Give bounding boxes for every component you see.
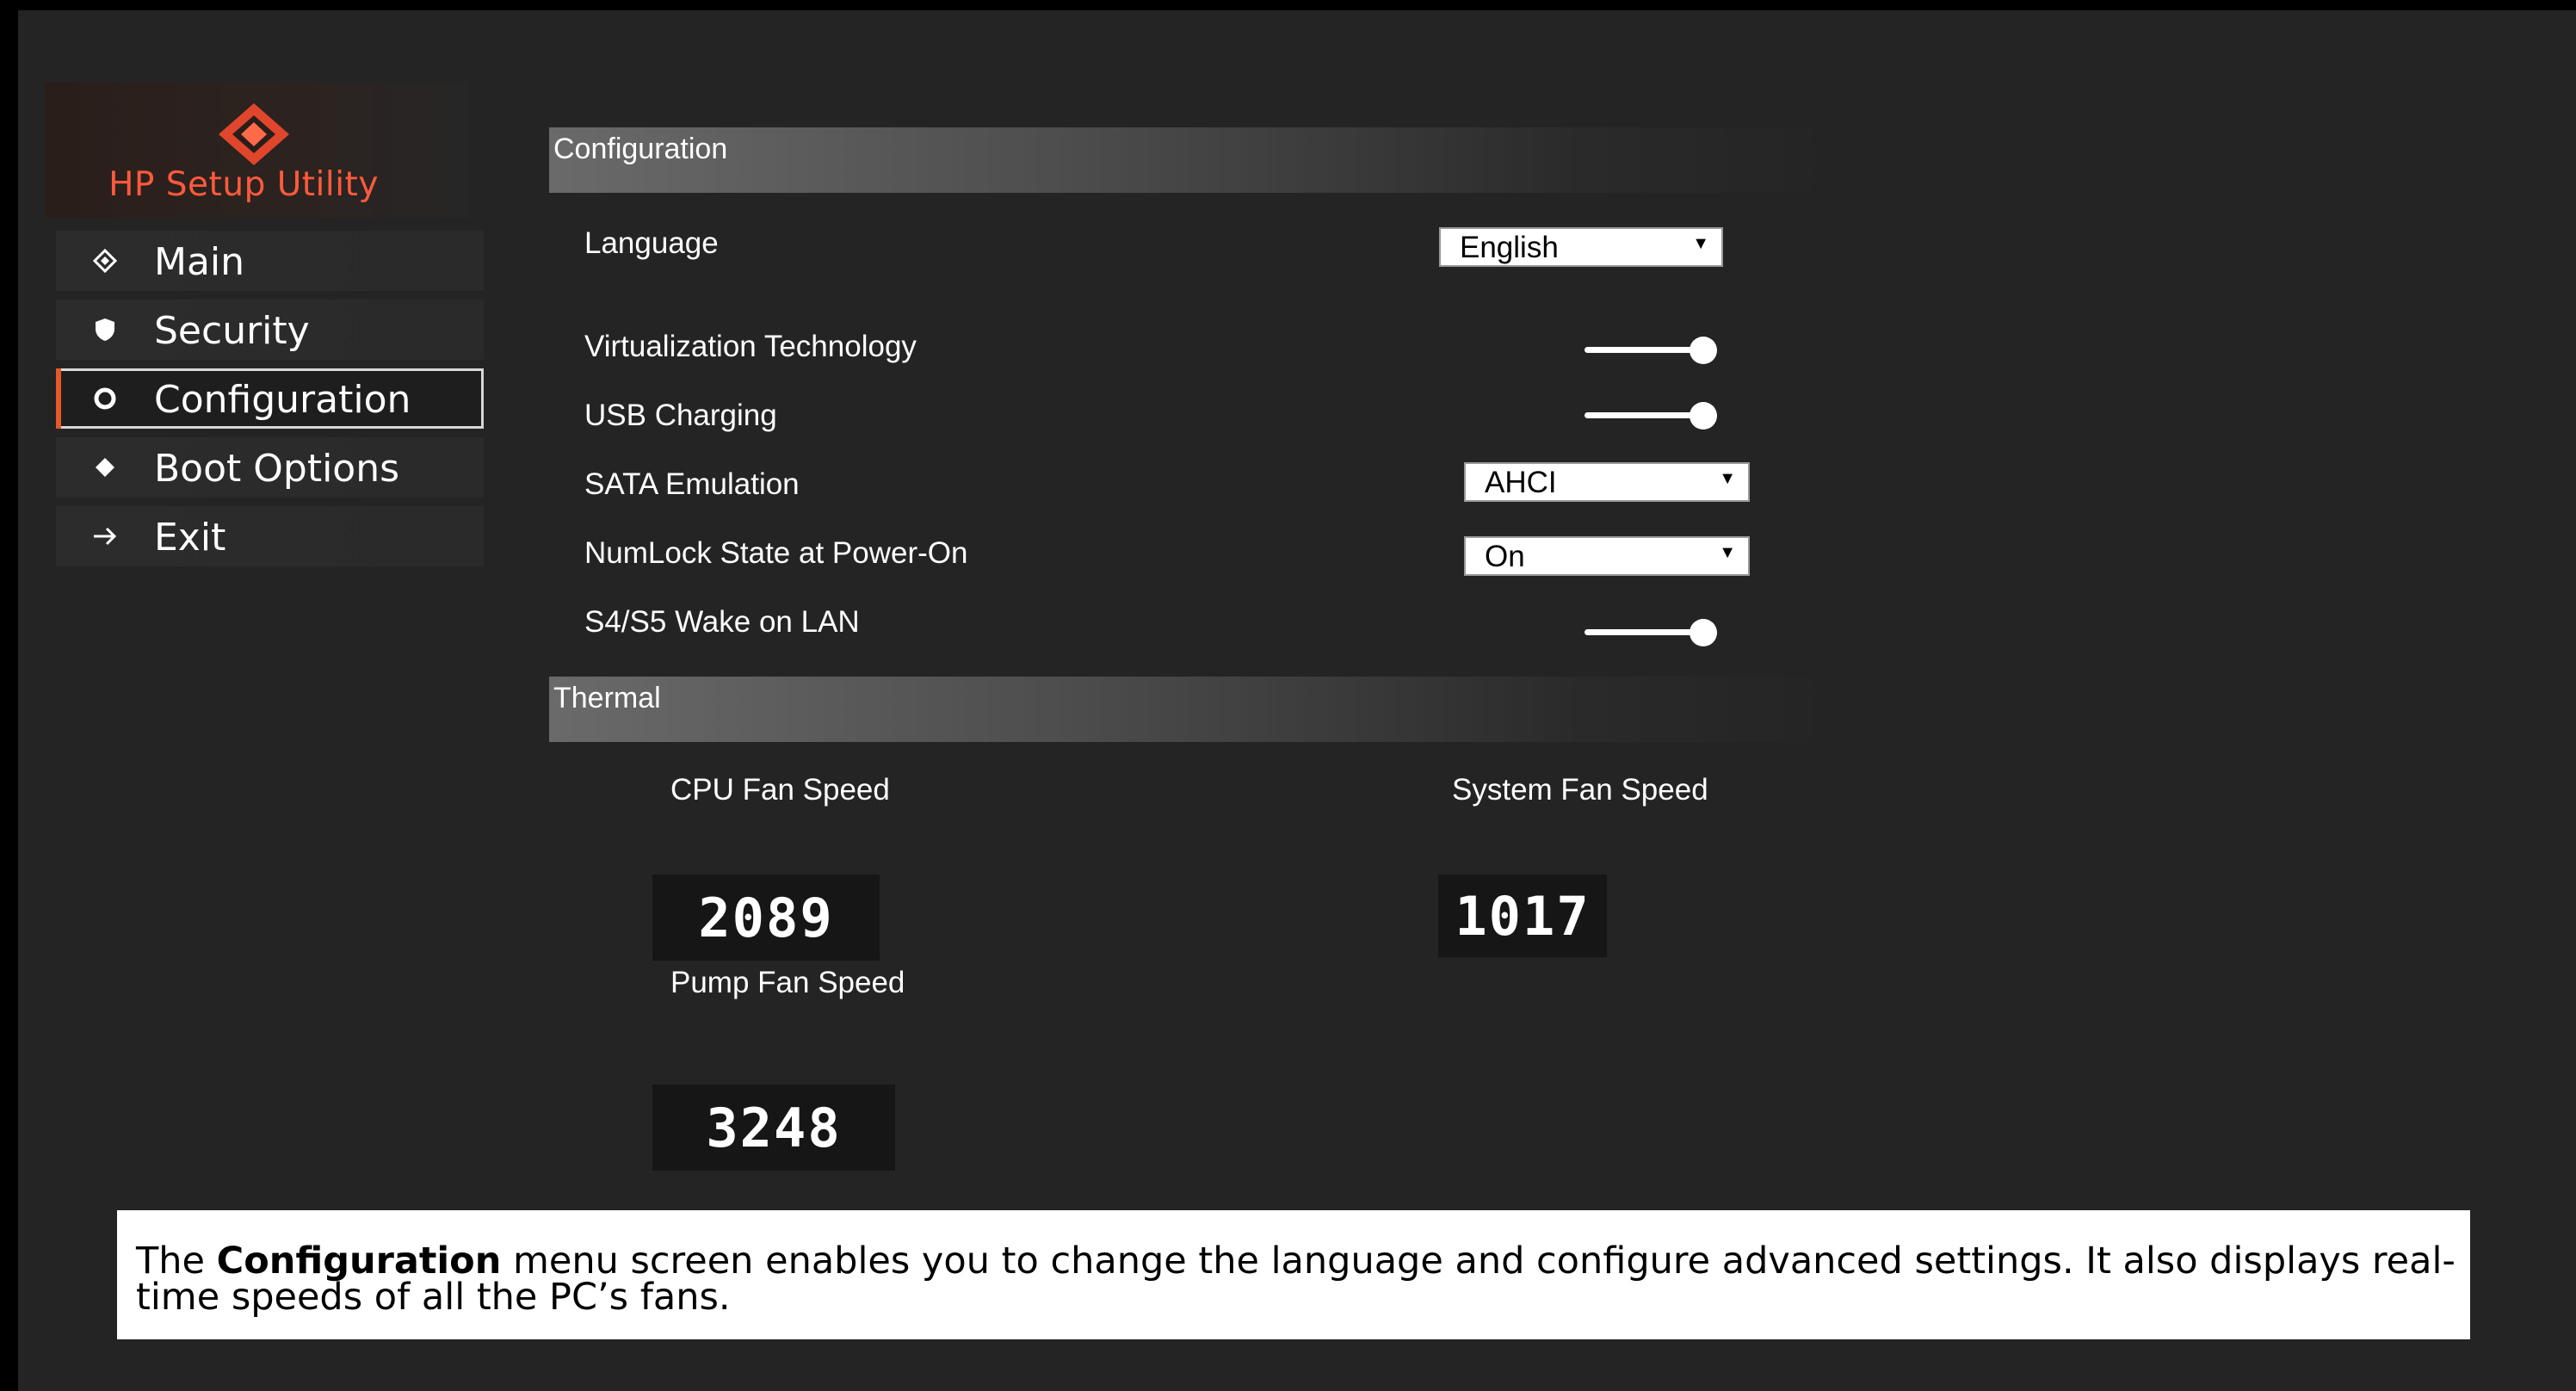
sidebar-item-label: Main [154,240,245,284]
wake-on-lan-toggle[interactable] [1585,616,1722,647]
section-header-configuration: Configuration [549,127,1840,193]
pump-fan-speed-readout: 3248 [652,1085,895,1171]
dropdown-arrow-icon: ▼ [1719,543,1736,562]
wake-on-lan-label: S4/S5 Wake on LAN [584,605,860,639]
sidebar-item-label: Security [154,309,310,353]
language-label: Language [584,226,719,260]
sidebar-item-boot-options[interactable]: Boot Options [56,437,484,498]
diamond-filled-icon [89,451,121,484]
sata-emulation-dropdown[interactable]: AHCI ▼ [1464,462,1750,502]
cpu-fan-speed-label: CPU Fan Speed [670,773,890,807]
section-header-thermal: Thermal [549,677,1840,742]
sidebar-item-security[interactable]: Security [56,300,484,360]
dropdown-arrow-icon: ▼ [1719,469,1736,488]
usb-charging-toggle[interactable] [1585,399,1722,430]
language-dropdown[interactable]: English ▼ [1439,227,1723,267]
dropdown-arrow-icon: ▼ [1692,234,1709,253]
section-title: Configuration [553,133,728,165]
app-title: HP Setup Utility [108,165,379,204]
dropdown-value: On [1485,540,1525,573]
cpu-fan-speed-readout: 2089 [652,875,880,961]
system-fan-speed-readout: 1017 [1438,875,1607,957]
toggle-knob [1690,337,1717,364]
system-fan-speed-label: System Fan Speed [1452,773,1708,807]
toggle-track [1585,412,1705,418]
logo-panel: HP Setup Utility [45,83,468,218]
hp-omen-logo-icon [219,103,289,165]
usb-charging-label: USB Charging [584,399,777,432]
caption-text: The Configuration menu screen enables yo… [136,1243,2460,1316]
diamond-icon [89,244,121,277]
toggle-track [1585,347,1705,353]
numlock-label: NumLock State at Power-On [584,536,968,570]
arrow-right-icon [89,520,121,553]
pump-fan-speed-label: Pump Fan Speed [670,966,905,999]
system-fan-speed-value: 1017 [1455,884,1591,948]
dropdown-value: AHCI [1485,466,1557,499]
section-title: Thermal [553,682,661,714]
sidebar-item-main[interactable]: Main [56,231,484,291]
sidebar-item-configuration[interactable]: Configuration [56,368,484,429]
cpu-fan-speed-value: 2089 [698,886,834,949]
screenshot-frame: HP Setup Utility Main Security Configura… [0,0,2576,1391]
virtualization-label: Virtualization Technology [584,330,917,363]
bios-screen: HP Setup Utility Main Security Configura… [18,10,2576,1391]
virtualization-toggle[interactable] [1585,334,1722,365]
dropdown-value: English [1460,231,1559,264]
sidebar-item-label: Configuration [154,378,411,422]
toggle-knob [1690,402,1717,430]
sata-emulation-label: SATA Emulation [584,467,800,501]
sidebar-item-exit[interactable]: Exit [56,506,484,566]
sidebar-item-label: Boot Options [154,447,400,491]
sidebar-item-label: Exit [154,516,226,559]
numlock-dropdown[interactable]: On ▼ [1464,536,1750,576]
toggle-track [1585,629,1705,635]
caption-box: The Configuration menu screen enables yo… [117,1210,2470,1339]
gear-icon [89,382,121,415]
shield-icon [89,313,121,346]
toggle-knob [1690,619,1717,646]
pump-fan-speed-value: 3248 [706,1096,842,1159]
